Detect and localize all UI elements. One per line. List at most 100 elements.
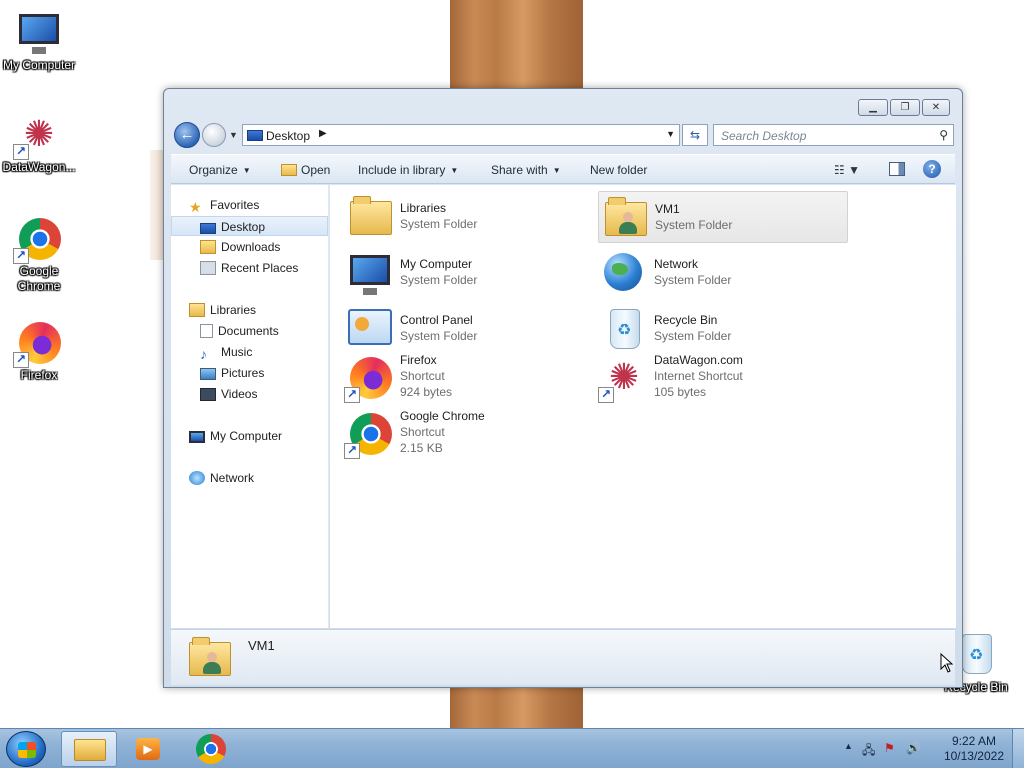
nav-item-desktop[interactable]: Desktop (171, 216, 328, 236)
nav-item-label: Music (221, 345, 253, 359)
desktop-icon-label: Firefox (20, 368, 58, 382)
show-hidden-icons-icon[interactable]: ▲ (844, 741, 853, 751)
nav-item-documents[interactable]: Documents (171, 321, 328, 341)
file-item-recycle-bin[interactable]: Recycle Bin System Folder (598, 303, 848, 355)
chrome-icon (196, 734, 226, 764)
music-note-icon: ♪ (200, 346, 207, 362)
nav-item-network[interactable]: Network (171, 468, 328, 488)
nav-item-label: Documents (218, 324, 279, 338)
file-item-vm1[interactable]: VM1 System Folder (598, 191, 848, 243)
close-button[interactable]: ✕ (922, 99, 950, 116)
chevron-down-icon: ▼ (450, 166, 459, 175)
file-item-network[interactable]: Network System Folder (598, 247, 848, 299)
shortcut-arrow-icon: ↗ (344, 387, 360, 403)
file-item-name: Network (654, 257, 699, 271)
new-folder-button[interactable]: New folder (590, 163, 647, 177)
nav-item-my-computer[interactable]: My Computer (171, 426, 328, 446)
desktop-icon-chrome[interactable]: ↗ Google Chrome (0, 214, 78, 294)
user-icon (203, 652, 221, 674)
details-item-name: VM1 (248, 638, 275, 653)
file-item-type: Shortcut (400, 369, 445, 383)
desktop-icon-datawagon[interactable]: ✺ ↗ DataWagon... (0, 110, 78, 175)
navigation-bar: ← ▼ Desktop ▶ ▼ ⇆ Search Desktop ⚲ (172, 122, 954, 150)
computer-icon (19, 14, 59, 54)
file-item-type: System Folder (654, 329, 732, 343)
maximize-button[interactable]: ❐ (890, 99, 920, 116)
address-location[interactable]: Desktop (266, 129, 310, 143)
taskbar-chrome-button[interactable] (184, 731, 240, 767)
file-item-type: Shortcut (400, 425, 445, 439)
search-icon[interactable]: ⚲ (939, 128, 948, 142)
help-icon[interactable]: ? (923, 160, 941, 178)
clock-date: 10/13/2022 (943, 749, 1004, 763)
breadcrumb-chevron-icon[interactable]: ▶ (319, 128, 327, 139)
organize-button[interactable]: Organize ▼ (189, 163, 251, 177)
shortcut-arrow-icon: ↗ (13, 248, 29, 264)
organize-label: Organize (189, 163, 238, 177)
nav-item-label: My Computer (210, 429, 283, 443)
network-status-icon[interactable]: 🖧 (862, 741, 875, 762)
search-box[interactable]: Search Desktop ⚲ (713, 124, 954, 146)
forward-button[interactable] (202, 123, 226, 147)
file-item-libraries[interactable]: Libraries System Folder (344, 191, 594, 243)
show-desktop-button[interactable] (1012, 729, 1024, 768)
user-icon (619, 212, 637, 234)
nav-item-libraries[interactable]: Libraries (171, 300, 328, 320)
nav-item-label: Videos (221, 387, 258, 401)
system-tray: ▲ 🖧 ⚑ 🔊 9:22 AM 10/13/2022 (834, 729, 1024, 768)
change-view-button[interactable]: ☷ ▼ (834, 163, 860, 177)
libraries-folder-icon (350, 196, 392, 235)
address-dropdown-icon[interactable]: ▼ (666, 129, 675, 139)
nav-item-label: Libraries (210, 303, 257, 317)
share-with-button[interactable]: Share with ▼ (491, 163, 561, 177)
star-icon: ★ (189, 199, 202, 215)
start-button[interactable] (6, 731, 46, 767)
details-thumbnail (185, 634, 233, 682)
nav-item-recent-places[interactable]: Recent Places (171, 258, 328, 278)
nav-item-downloads[interactable]: Downloads (171, 237, 328, 257)
volume-icon[interactable]: 🔊 (906, 741, 921, 755)
desktop-icon-my-computer[interactable]: My Computer (0, 8, 78, 73)
file-item-control-panel[interactable]: Control Panel System Folder (344, 303, 594, 355)
search-input[interactable]: Search Desktop (721, 129, 806, 143)
file-item-type: System Folder (400, 217, 478, 231)
include-in-library-button[interactable]: Include in library ▼ (358, 163, 458, 177)
refresh-button[interactable]: ⇆ (682, 124, 708, 146)
nav-item-pictures[interactable]: Pictures (171, 363, 328, 383)
desktop-icon (247, 130, 263, 141)
nav-item-music[interactable]: ♪ Music (171, 342, 328, 362)
explorer-window: ▁ ❐ ✕ ← ▼ Desktop ▶ ▼ ⇆ Search Desktop ⚲… (163, 88, 963, 688)
back-button[interactable]: ← (174, 122, 200, 148)
nav-item-favorites[interactable]: ★ Favorites (171, 195, 328, 215)
file-item-type: System Folder (400, 329, 478, 343)
videos-icon (200, 388, 216, 401)
file-item-my-computer[interactable]: My Computer System Folder (344, 247, 594, 299)
preview-pane-icon[interactable] (889, 162, 905, 176)
address-bar[interactable]: Desktop ▶ ▼ (242, 124, 680, 146)
file-item-google-chrome[interactable]: ↗ Google Chrome Shortcut 2.15 KB (344, 407, 594, 467)
file-item-name: Libraries (400, 201, 447, 215)
recycle-bin-icon (610, 309, 640, 349)
documents-icon (200, 324, 213, 338)
taskbar-explorer-button[interactable] (61, 731, 117, 767)
taskbar-media-player-button[interactable]: ▶ (120, 731, 176, 767)
computer-icon (189, 431, 205, 443)
open-button[interactable]: Open (281, 163, 330, 177)
open-folder-icon (281, 164, 297, 176)
file-item-type: Internet Shortcut (654, 369, 743, 383)
recent-pages-dropdown-icon[interactable]: ▼ (229, 130, 238, 140)
pictures-icon (200, 368, 216, 380)
action-center-flag-icon[interactable]: ⚑ (884, 741, 895, 755)
clock[interactable]: 9:22 AM 10/13/2022 (944, 734, 1004, 764)
file-item-name: Firefox (400, 353, 437, 367)
nav-item-label: Favorites (210, 198, 260, 212)
minimize-button[interactable]: ▁ (858, 99, 888, 116)
nav-item-videos[interactable]: Videos (171, 384, 328, 404)
file-item-name: Recycle Bin (654, 313, 718, 327)
file-item-firefox[interactable]: ↗ Firefox Shortcut 924 bytes (344, 351, 594, 411)
file-item-type: System Folder (400, 273, 478, 287)
share-with-label: Share with (491, 163, 548, 177)
chevron-down-icon: ▼ (552, 166, 561, 175)
desktop-icon-firefox[interactable]: ↗ Firefox (0, 318, 78, 383)
file-item-datawagon[interactable]: ✺ ↗ DataWagon.com Internet Shortcut 105 b… (598, 351, 848, 411)
